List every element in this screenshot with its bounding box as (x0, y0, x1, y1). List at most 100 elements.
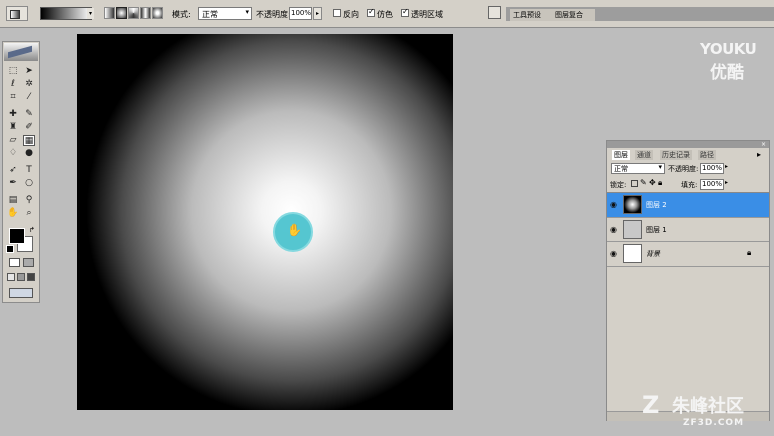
swap-colors-icon[interactable]: ↱ (29, 226, 35, 234)
lock-pixels-icon[interactable]: ✎ (640, 178, 647, 187)
fill-input[interactable]: 100% (700, 179, 724, 190)
pen-icon[interactable]: ✒ (7, 178, 19, 189)
move-icon[interactable]: ➤ (23, 66, 35, 77)
layers-panel: × 图层 通道 历史记录 路径 ▸ 正常 ▾ 不透明度: 100% ▸ 锁定: … (606, 140, 770, 421)
tab-history[interactable]: 历史记录 (660, 150, 692, 160)
fill-value: 100% (702, 180, 723, 188)
type-icon[interactable]: T (23, 165, 35, 176)
tab-paths[interactable]: 路径 (698, 150, 716, 160)
layer-row-1[interactable]: ◉ 图层 1 (607, 217, 769, 242)
screen-mode-full-button[interactable] (27, 273, 35, 281)
gradient-icon[interactable]: ▦ (23, 135, 35, 146)
tab-tool-presets[interactable]: 工具预设 (510, 9, 553, 21)
gradient-dropdown-icon[interactable]: ▾ (87, 8, 94, 19)
magic-wand-icon[interactable]: ✲ (23, 79, 35, 90)
layer-name: 图层 2 (646, 201, 667, 209)
foreground-color-swatch[interactable] (9, 228, 25, 244)
mode-select[interactable]: 正常 ▾ (198, 7, 252, 20)
tab-layer-comps-label: 图层复合 (555, 11, 583, 19)
opacity-label: 不透明度: (256, 10, 291, 19)
blur-icon[interactable]: ♢ (7, 148, 19, 159)
layer-thumbnail (623, 244, 642, 263)
linear-gradient-button[interactable] (104, 7, 115, 19)
layer-opacity-arrow-icon[interactable]: ▸ (725, 163, 728, 170)
fill-label: 填充: (681, 181, 698, 189)
lasso-icon[interactable]: ℓ (7, 79, 19, 90)
blend-mode-value: 正常 (614, 165, 628, 173)
eye-icon[interactable]: ◉ (610, 249, 617, 258)
dither-checkbox[interactable] (367, 7, 375, 17)
default-colors-icon[interactable] (6, 245, 14, 253)
options-bar: ▾ 模式: 正常 ▾ 不透明度: 100% ▸ 反向 仿色 透明区域 工具预设 … (0, 0, 774, 28)
panel-title-bar (607, 141, 769, 148)
layer-opacity-input[interactable]: 100% (700, 163, 724, 174)
quick-mask-button[interactable] (23, 258, 34, 267)
transparency-checkbox[interactable] (401, 7, 409, 17)
hand-icon[interactable]: ✋ (7, 208, 19, 219)
mode-label: 模式: (172, 10, 191, 19)
zoom-icon[interactable]: ⌕ (23, 208, 35, 219)
history-brush-icon[interactable]: ✐ (23, 122, 35, 133)
reverse-checkbox[interactable] (333, 9, 341, 17)
gradient-preview-picker[interactable] (40, 7, 92, 20)
layer-name: 图层 1 (646, 226, 667, 234)
tab-layers[interactable]: 图层 (612, 150, 630, 160)
crop-icon[interactable]: ⌗ (7, 92, 19, 103)
brush-icon[interactable]: ✎ (23, 109, 35, 120)
notes-icon[interactable]: ▤ (7, 195, 19, 206)
gradient-tool-icon (10, 10, 20, 19)
eye-icon[interactable]: ◉ (610, 225, 617, 234)
zf3d-logo-url: ZF3D.COM (683, 418, 745, 428)
zf3d-logo-mark-icon: Z (642, 391, 660, 419)
slice-icon[interactable]: ⁄ (23, 92, 35, 103)
blend-mode-select[interactable]: 正常 ▾ (611, 163, 665, 174)
chevron-down-icon: ▾ (658, 163, 662, 171)
reverse-label: 反向 (343, 10, 359, 19)
lock-transparent-icon[interactable] (631, 180, 638, 187)
healing-icon[interactable]: ✚ (7, 109, 19, 120)
opacity-input[interactable]: 100% (289, 7, 312, 20)
layer-row-background[interactable]: ◉ 背景 🔒︎ (607, 241, 769, 267)
layer-name: 背景 (646, 250, 660, 258)
imageready-jump-button[interactable] (9, 288, 33, 298)
marquee-icon[interactable]: ⬚ (7, 66, 19, 77)
document-canvas[interactable] (77, 34, 453, 410)
panel-menu-icon[interactable]: ▸ (757, 150, 761, 159)
palette-header (4, 43, 38, 61)
lock-position-icon[interactable]: ✥ (649, 178, 656, 187)
layer-opacity-value: 100% (702, 164, 723, 172)
dodge-icon[interactable]: ● (23, 148, 35, 159)
layers-list: ◉ 图层 2 ◉ 图层 1 ◉ 背景 🔒︎ (607, 192, 769, 411)
gradient-tool-preset-button[interactable] (6, 6, 28, 21)
eye-icon[interactable]: ◉ (610, 200, 617, 209)
layer-thumbnail (623, 195, 642, 214)
radial-gradient-button[interactable] (116, 7, 127, 19)
lock-all-icon[interactable]: 🔒︎ (658, 178, 662, 188)
path-select-icon[interactable]: ➶ (7, 165, 19, 176)
tab-layer-comps[interactable]: 图层复合 (552, 9, 595, 21)
screen-mode-menu-button[interactable] (17, 273, 25, 281)
zf3d-logo-text: 朱峰社区 (672, 396, 744, 417)
layer-row-2[interactable]: ◉ 图层 2 (607, 193, 769, 217)
reflected-gradient-button[interactable] (140, 7, 151, 19)
layer-thumbnail (623, 220, 642, 239)
eyedropper-icon[interactable]: ⚲ (23, 195, 35, 206)
standard-mode-button[interactable] (9, 258, 20, 267)
stamp-icon[interactable]: ♜ (7, 122, 19, 133)
opacity-slider-arrow-icon[interactable]: ▸ (313, 7, 322, 20)
lock-label: 锁定: (610, 181, 627, 189)
shape-icon[interactable]: ○ (23, 178, 35, 189)
screen-mode-standard-button[interactable] (7, 273, 15, 281)
photoshop-feather-icon (8, 45, 32, 59)
angle-gradient-button[interactable] (128, 7, 139, 19)
diamond-gradient-button[interactable] (152, 7, 163, 19)
palette-well-icon[interactable] (488, 6, 501, 19)
eraser-icon[interactable]: ▱ (7, 135, 19, 146)
fill-arrow-icon[interactable]: ▸ (725, 179, 728, 186)
tab-tool-presets-label: 工具预设 (513, 11, 541, 19)
mode-value: 正常 (202, 10, 218, 19)
tab-channels[interactable]: 通道 (635, 150, 653, 160)
panel-close-icon[interactable]: × (761, 141, 766, 148)
transparency-label: 透明区域 (411, 10, 443, 19)
dither-label: 仿色 (377, 10, 393, 19)
